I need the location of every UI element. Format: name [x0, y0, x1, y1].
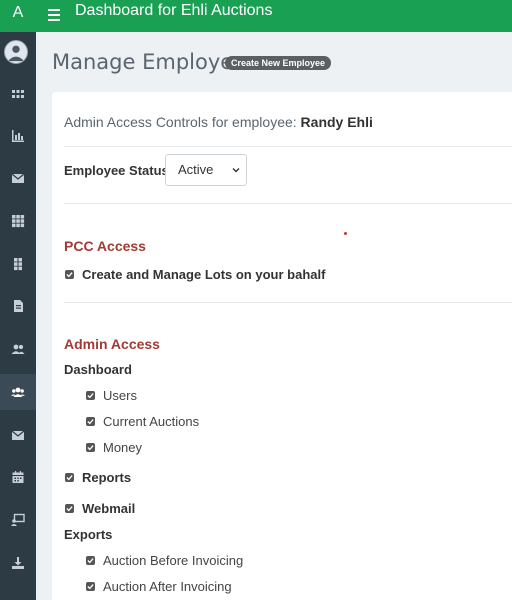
app-title: Dashboard for Ehli Auctions	[75, 2, 273, 19]
checkbox-label: Create and Manage Lots on your bahalf	[82, 267, 326, 282]
brand-logo[interactable]: A	[0, 0, 36, 32]
webmail-checkbox[interactable]: Webmail	[65, 501, 135, 516]
sidebar-item-presentations[interactable]	[0, 502, 36, 538]
sidebar-item-downloads[interactable]	[0, 545, 36, 581]
exports-before-invoicing-checkbox[interactable]: Auction Before Invoicing	[86, 553, 243, 568]
dashboard-current-auctions-checkbox[interactable]: Current Auctions	[86, 414, 199, 429]
controls-heading: Admin Access Controls for employee: Rand…	[64, 114, 373, 130]
sidebar-item-apps[interactable]	[0, 246, 36, 282]
sidebar: A	[0, 0, 36, 600]
grid-icon	[12, 215, 25, 228]
pcc-access-title: PCC Access	[64, 238, 146, 254]
sidebar-item-users[interactable]	[0, 331, 36, 367]
sidebar-item-calendar[interactable]	[0, 459, 36, 495]
dashboard-group-label: Dashboard	[64, 362, 132, 377]
chalkboard-user-icon	[11, 513, 25, 526]
checkbox-checked-icon	[86, 582, 95, 591]
create-employee-button[interactable]: Create New Employee	[225, 56, 332, 70]
divider	[64, 203, 512, 204]
document-icon	[14, 300, 23, 312]
envelope-icon	[11, 173, 25, 183]
envelope-icon	[11, 430, 25, 440]
employee-status-select[interactable]: Active	[165, 154, 247, 186]
sidebar-item-dashboard[interactable]	[0, 76, 36, 112]
admin-access-title: Admin Access	[64, 336, 160, 352]
sidebar-item-webmail[interactable]	[0, 417, 36, 453]
user-group-icon	[11, 387, 25, 397]
bar-chart-icon	[12, 130, 24, 142]
checkbox-label: Reports	[82, 470, 132, 485]
employee-name: Randy Ehli	[300, 114, 373, 130]
reports-checkbox[interactable]: Reports	[65, 470, 131, 485]
checkbox-checked-icon	[86, 556, 95, 565]
divider	[64, 302, 512, 303]
checkbox-checked-icon	[65, 504, 74, 513]
top-bar: Dashboard for Ehli Auctions	[36, 0, 512, 32]
sidebar-item-grid[interactable]	[0, 203, 36, 239]
employee-status-label: Employee Status:	[64, 163, 174, 178]
users-icon	[11, 344, 25, 354]
chevron-down-icon	[232, 168, 240, 173]
checkbox-label: Webmail	[82, 501, 136, 516]
exports-group-label: Exports	[64, 527, 113, 542]
calendar-icon	[12, 471, 24, 483]
employee-status-value: Active	[178, 162, 214, 177]
checkbox-label: Auction After Invoicing	[103, 579, 232, 594]
sidebar-item-employees[interactable]	[0, 374, 36, 410]
checkbox-checked-icon	[65, 473, 74, 482]
avatar[interactable]	[4, 40, 28, 64]
checkbox-label: Money	[103, 440, 143, 455]
sidebar-item-documents[interactable]	[0, 288, 36, 324]
divider	[64, 146, 512, 147]
sidebar-item-reports[interactable]	[0, 118, 36, 154]
checkbox-label: Users	[103, 388, 137, 403]
dashboard-money-checkbox[interactable]: Money	[86, 440, 142, 455]
grid-small-icon	[12, 90, 24, 98]
sidebar-item-mail[interactable]	[0, 160, 36, 196]
controls-heading-prefix: Admin Access Controls for employee:	[64, 114, 297, 130]
checkbox-label: Auction Before Invoicing	[103, 553, 244, 568]
checkbox-checked-icon	[86, 417, 95, 426]
hamburger-menu-icon[interactable]	[48, 9, 60, 21]
grid-2col-icon	[14, 258, 22, 271]
checkbox-checked-icon	[65, 270, 74, 279]
checkbox-checked-icon	[86, 443, 95, 452]
checkbox-checked-icon	[86, 391, 95, 400]
download-icon	[12, 557, 24, 569]
pcc-create-lots-checkbox[interactable]: Create and Manage Lots on your bahalf	[65, 267, 325, 282]
exports-after-invoicing-checkbox[interactable]: Auction After Invoicing	[86, 579, 232, 594]
brand-letter: A	[12, 4, 24, 21]
checkbox-label: Current Auctions	[103, 414, 200, 429]
marker-dot	[344, 232, 347, 235]
employee-access-card: Admin Access Controls for employee: Rand…	[52, 92, 512, 600]
dashboard-users-checkbox[interactable]: Users	[86, 388, 137, 403]
